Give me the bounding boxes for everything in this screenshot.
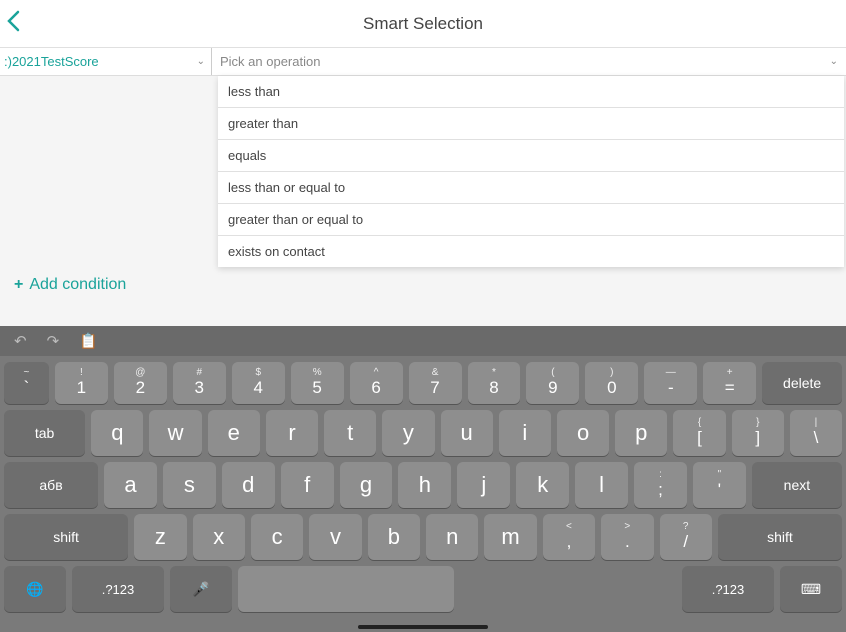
dropdown-item[interactable]: exists on contact [218,236,844,267]
key[interactable]: d [222,462,275,508]
add-condition-label: Add condition [29,276,126,294]
page-title: Smart Selection [363,14,483,34]
dropdown-item[interactable]: less than or equal to [218,172,844,204]
key[interactable]: @2 [114,362,167,404]
key[interactable]: i [499,410,551,456]
key[interactable]: )0 [585,362,638,404]
key[interactable]: ^6 [350,362,403,404]
key[interactable]: m [484,514,536,560]
key[interactable]: n [426,514,478,560]
home-indicator [358,625,488,629]
key[interactable]: next [752,462,842,508]
key[interactable]: .?123 [682,566,774,612]
condition-row: ⌄ Pick an operation ⌄ [0,48,846,76]
back-button[interactable] [6,10,20,38]
key[interactable]: <, [543,514,595,560]
key[interactable]: >. [601,514,653,560]
key[interactable]: y [382,410,434,456]
header: Smart Selection [0,0,846,48]
redo-icon[interactable]: ↷ [47,332,60,350]
clipboard-icon[interactable]: 📋 [79,332,98,350]
key[interactable]: k [516,462,569,508]
add-condition-button[interactable]: + Add condition [0,266,846,304]
key[interactable]: w [149,410,201,456]
key[interactable]: .?123 [72,566,164,612]
key[interactable]: shift [718,514,842,560]
field-input[interactable] [4,54,205,69]
undo-icon[interactable]: ↶ [14,332,27,350]
key[interactable]: {[ [673,410,725,456]
operation-select[interactable]: Pick an operation ⌄ [212,48,846,75]
chevron-down-icon: ⌄ [197,56,205,67]
key[interactable]: u [441,410,493,456]
key[interactable]: }] [732,410,784,456]
dropdown-item[interactable]: greater than or equal to [218,204,844,236]
key[interactable]: f [281,462,334,508]
key[interactable]: j [457,462,510,508]
key[interactable]: shift [4,514,128,560]
key[interactable]: b [368,514,420,560]
operation-dropdown: less than greater than equals less than … [218,76,844,267]
key[interactable]: g [340,462,393,508]
key[interactable]: :; [634,462,687,508]
key[interactable]: |\ [790,410,842,456]
key[interactable]: 🎤 [170,566,232,612]
key[interactable]: "' [693,462,746,508]
key[interactable]: %5 [291,362,344,404]
key[interactable]: t [324,410,376,456]
chevron-down-icon: ⌄ [830,56,838,67]
keyboard: ↶ ↷ 📋 ~`!1@2#3$4%5^6&7*8(9)0—-+=delete t… [0,326,846,632]
key[interactable]: s [163,462,216,508]
field-select[interactable]: ⌄ [0,48,212,75]
key[interactable]: x [193,514,245,560]
key[interactable]: p [615,410,667,456]
key[interactable]: абв [4,462,98,508]
key[interactable]: —- [644,362,697,404]
key[interactable]: !1 [55,362,108,404]
key[interactable]: ⌨ [780,566,842,612]
key[interactable]: l [575,462,628,508]
key[interactable]: $4 [232,362,285,404]
key[interactable]: &7 [409,362,462,404]
key[interactable] [238,566,454,612]
plus-icon: + [14,276,23,294]
key[interactable]: h [398,462,451,508]
key[interactable]: v [309,514,361,560]
key[interactable]: c [251,514,303,560]
key[interactable]: tab [4,410,85,456]
key[interactable]: q [91,410,143,456]
key[interactable]: a [104,462,157,508]
key[interactable]: z [134,514,186,560]
key[interactable]: r [266,410,318,456]
operation-placeholder: Pick an operation [220,54,320,69]
key[interactable]: += [703,362,756,404]
key[interactable]: #3 [173,362,226,404]
key[interactable]: e [208,410,260,456]
key[interactable]: 🌐 [4,566,66,612]
key[interactable]: (9 [526,362,579,404]
dropdown-item[interactable]: equals [218,140,844,172]
key[interactable]: ?/ [660,514,712,560]
chevron-left-icon [6,10,20,32]
dropdown-item[interactable]: greater than [218,108,844,140]
key[interactable]: o [557,410,609,456]
dropdown-item[interactable]: less than [218,76,844,108]
keyboard-toolbar: ↶ ↷ 📋 [0,326,846,356]
key[interactable]: *8 [468,362,521,404]
key[interactable]: delete [762,362,842,404]
key[interactable]: ~` [4,362,49,404]
